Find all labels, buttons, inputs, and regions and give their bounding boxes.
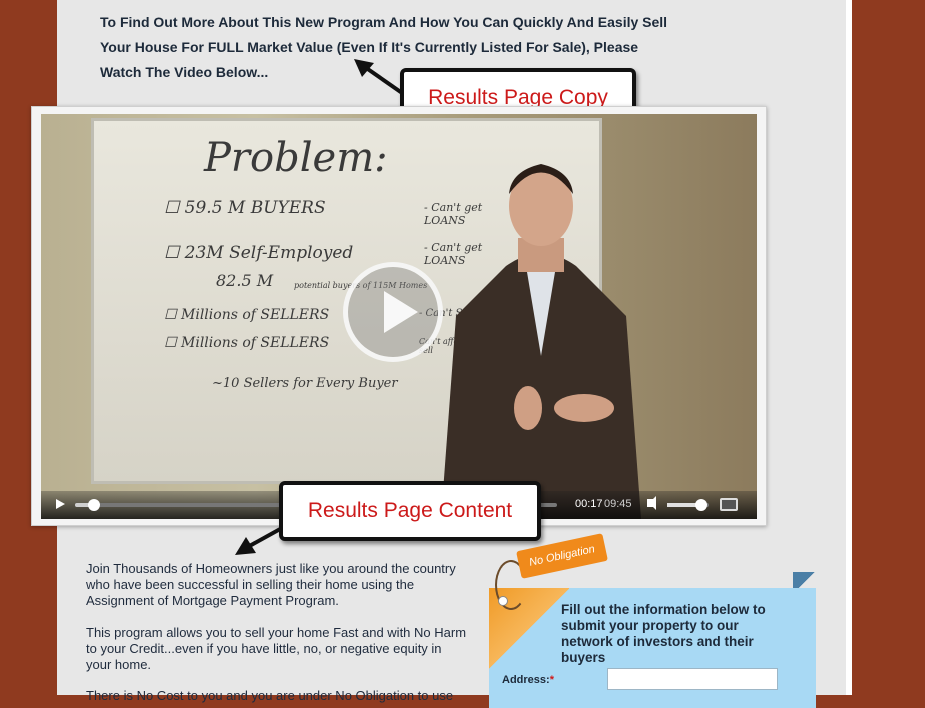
form-heading-line-3: network of investors and their xyxy=(561,634,754,649)
play-overlay-button[interactable] xyxy=(343,262,443,362)
cost-paragraph: There is No Cost to you and you are unde… xyxy=(86,688,506,704)
total-time: 09:45 xyxy=(604,498,632,510)
program-line-2: to your Credit...even if you have little… xyxy=(86,641,442,656)
wb-line-4: ☐ Millions of SELLERS xyxy=(164,307,330,323)
tag-pin-icon xyxy=(498,596,508,606)
wb-line-1: ☐ 59.5 M BUYERS xyxy=(164,198,326,218)
content-callout-arrow xyxy=(235,526,283,555)
play-icon[interactable] xyxy=(56,499,65,509)
wb-line-5: ☐ Millions of SELLERS xyxy=(164,335,330,351)
wb-line-3: 82.5 M xyxy=(216,271,274,290)
wb-line-2: ☐ 23M Self-Employed xyxy=(164,243,354,263)
volume-handle[interactable] xyxy=(694,499,707,511)
wb-line-6: ~10 Sellers for Every Buyer xyxy=(212,376,398,391)
volume-slider[interactable] xyxy=(667,499,709,511)
video-player[interactable]: Problem: ☐ 59.5 M BUYERS - Can't get LOA… xyxy=(41,114,757,519)
program-line-3: your home. xyxy=(86,657,152,672)
cost-line-1: There is No Cost to you and you are unde… xyxy=(86,688,454,703)
current-time: 00:17 xyxy=(575,498,603,510)
page-edge xyxy=(846,0,852,695)
volume-icon[interactable] xyxy=(647,496,656,510)
callout-results-page-content: Results Page Content xyxy=(279,481,541,541)
address-label-text: Address: xyxy=(502,674,550,686)
tag-label: No Obligation xyxy=(528,543,596,569)
intro-line-1: Join Thousands of Homeowners just like y… xyxy=(86,561,456,576)
intro-paragraph: Join Thousands of Homeowners just like y… xyxy=(86,561,506,609)
seek-handle[interactable] xyxy=(88,499,101,511)
callout-content-label: Results Page Content xyxy=(307,499,513,522)
form-heading-line-1: Fill out the information below to xyxy=(561,602,766,617)
form-heading: Fill out the information below to submit… xyxy=(561,602,797,666)
fullscreen-icon[interactable] xyxy=(720,498,738,511)
required-marker: * xyxy=(549,674,554,686)
video-player-frame: Problem: ☐ 59.5 M BUYERS - Can't get LOA… xyxy=(31,106,767,526)
form-heading-line-2: submit your property to our xyxy=(561,618,739,633)
intro-line-2: who have been successful in selling thei… xyxy=(86,577,415,592)
wb-title: Problem: xyxy=(204,135,388,181)
presenter-image xyxy=(441,164,641,519)
address-label: Address:* xyxy=(502,674,554,686)
form-heading-line-4: buyers xyxy=(561,650,606,665)
intro-line-3: Assignment of Mortgage Payment Program. xyxy=(86,593,339,608)
headline-line-1: To Find Out More About This New Program … xyxy=(100,14,668,30)
program-paragraph: This program allows you to sell your hom… xyxy=(86,625,506,673)
address-input[interactable] xyxy=(607,668,778,690)
program-line-1: This program allows you to sell your hom… xyxy=(86,625,467,640)
